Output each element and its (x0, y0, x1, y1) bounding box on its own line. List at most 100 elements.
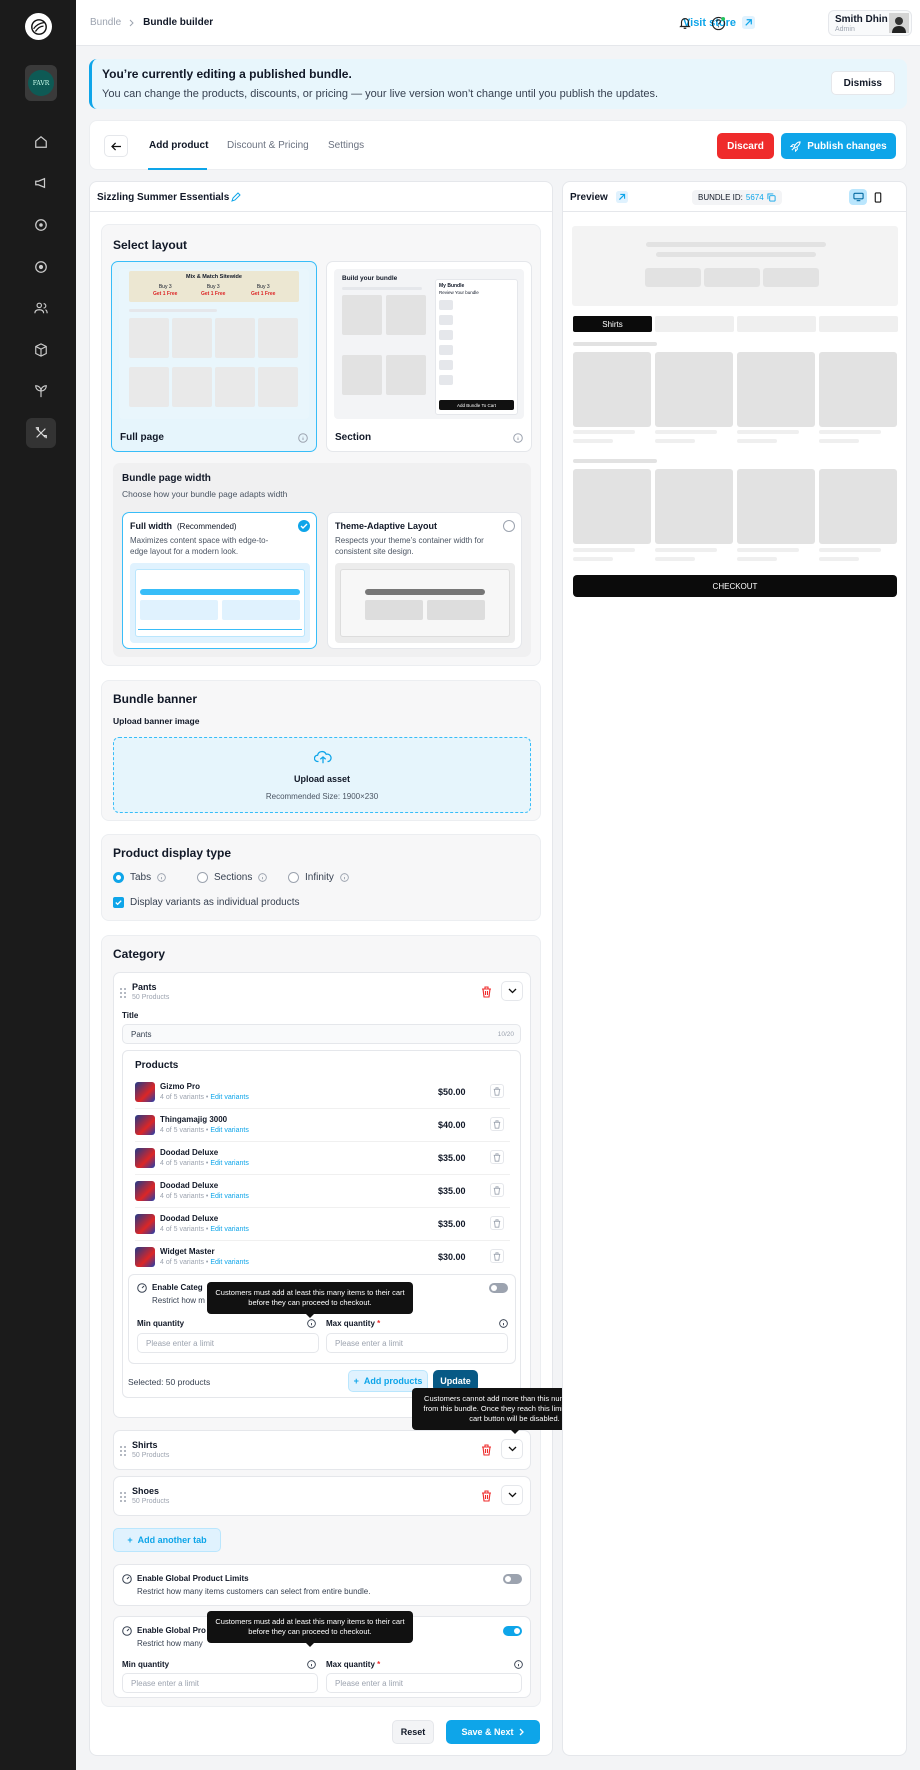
users-icon[interactable] (26, 293, 56, 323)
trash-icon[interactable] (478, 1488, 494, 1504)
radio-infinity[interactable]: Infinity (288, 872, 349, 883)
layout-option-full-page[interactable]: Mix & Match Sitewide Buy 3 Get 1 Free Buy… (111, 261, 317, 452)
display-type-card: Product display type Tabs Sections Infin… (101, 834, 541, 921)
placeholder-box (439, 345, 453, 355)
info-icon[interactable] (514, 1660, 523, 1669)
save-next-button[interactable]: Save & Next (446, 1720, 540, 1744)
thumb-offer: Buy 3 Get 1 Free (153, 284, 177, 297)
info-icon[interactable] (258, 873, 268, 882)
preview-checkout-button[interactable]: CHECKOUT (573, 575, 897, 597)
global-limits-toggle[interactable] (503, 1626, 522, 1636)
edit-variants-link[interactable]: Edit variants (210, 1127, 249, 1134)
info-icon[interactable] (499, 1319, 508, 1328)
thumb-side-sub: Review Your bundle (439, 290, 479, 295)
drag-handle-icon[interactable] (120, 1446, 126, 1456)
app-logo[interactable] (25, 13, 52, 40)
external-link-icon[interactable] (616, 191, 628, 203)
info-icon[interactable] (340, 873, 349, 882)
tab-add-product[interactable]: Add product (149, 140, 208, 151)
thumb-banner-title: Mix & Match Sitewide (186, 274, 242, 280)
desktop-icon[interactable] (849, 189, 867, 205)
store-switcher[interactable]: FAVR (25, 65, 57, 101)
info-icon[interactable] (307, 1660, 316, 1669)
trash-icon[interactable] (490, 1249, 504, 1263)
trash-icon[interactable] (490, 1216, 504, 1230)
mobile-icon[interactable] (869, 189, 887, 205)
copy-icon[interactable] (767, 193, 776, 202)
info-icon[interactable] (307, 1319, 316, 1328)
product-row: Doodad Deluxe 4 of 5 variants • Edit vari… (135, 1208, 510, 1241)
user-name: Smith Dhin (835, 14, 888, 25)
home-icon[interactable] (26, 127, 56, 157)
circle-dot-icon[interactable] (26, 252, 56, 282)
preview-tab[interactable] (819, 316, 898, 332)
preview-tab[interactable] (655, 316, 734, 332)
radio-tabs[interactable]: Tabs (113, 872, 166, 883)
user-menu[interactable]: Smith Dhin Admin (828, 10, 912, 36)
trash-icon[interactable] (490, 1084, 504, 1098)
dismiss-button[interactable]: Dismiss (830, 71, 895, 95)
info-icon[interactable] (513, 433, 523, 443)
placeholder-image (215, 318, 255, 358)
product-row: Thingamajig 3000 4 of 5 variants • Edit v… (135, 1109, 510, 1142)
pencil-icon[interactable] (231, 192, 241, 202)
trash-icon[interactable] (490, 1183, 504, 1197)
max-quantity-input[interactable]: Please enter a limit (326, 1333, 508, 1353)
min-quantity-tooltip: Customers must add at least this many it… (207, 1611, 413, 1648)
trash-icon[interactable] (490, 1150, 504, 1164)
edit-variants-link[interactable]: Edit variants (210, 1226, 249, 1233)
reset-button[interactable]: Reset (392, 1720, 434, 1744)
info-icon[interactable] (298, 433, 308, 443)
edit-variants-link[interactable]: Edit variants (210, 1193, 249, 1200)
edit-variants-link[interactable]: Edit variants (210, 1094, 249, 1101)
box-icon[interactable] (26, 335, 56, 365)
megaphone-icon[interactable] (26, 168, 56, 198)
min-quantity-input[interactable]: Please enter a limit (137, 1333, 319, 1353)
layout-option-section[interactable]: Build your bundle My Bundle Review Your … (326, 261, 532, 452)
variants-checkbox[interactable]: Display variants as individual products (113, 897, 300, 908)
width-option-adaptive[interactable]: Theme-Adaptive Layout Respects your them… (327, 512, 522, 649)
expand-button[interactable] (501, 1439, 523, 1459)
product-name: Widget Master (160, 1247, 215, 1256)
add-products-label: Add products (363, 1376, 423, 1386)
add-another-tab-button[interactable]: + Add another tab (113, 1528, 221, 1552)
expand-button[interactable] (501, 1485, 523, 1505)
edit-variants-link[interactable]: Edit variants (210, 1259, 249, 1266)
trash-icon[interactable] (478, 1442, 494, 1458)
limits-toggle[interactable] (489, 1283, 508, 1293)
preview-tab[interactable] (737, 316, 816, 332)
collapse-button[interactable] (501, 981, 523, 1001)
tab-discount-pricing[interactable]: Discount & Pricing (227, 140, 309, 151)
upload-dropzone[interactable]: Upload asset Recommended Size: 1900×230 (113, 737, 531, 813)
trash-icon[interactable] (478, 984, 494, 1000)
tools-icon[interactable] (26, 418, 56, 448)
width-option-full[interactable]: Full width (Recommended) Maximizes conten… (122, 512, 317, 649)
bell-icon[interactable] (674, 12, 696, 34)
tab-settings[interactable]: Settings (328, 140, 364, 151)
trash-icon[interactable] (490, 1117, 504, 1131)
placeholder-image (258, 367, 298, 407)
min-quantity-input[interactable]: Please enter a limit (122, 1673, 318, 1693)
max-quantity-input[interactable]: Please enter a limit (326, 1673, 522, 1693)
global-limits-toggle[interactable] (503, 1574, 522, 1584)
breadcrumb-parent[interactable]: Bundle (90, 17, 121, 28)
thumb-side-title: My Bundle (439, 283, 465, 289)
thumb-offer: Buy 3 Get 1 Free (251, 284, 275, 297)
offer-highlight: Get 1 Free (201, 290, 226, 297)
preview-tab-active[interactable]: Shirts (573, 316, 652, 332)
variant-count: 4 of 5 variants (160, 1094, 204, 1101)
drag-handle-icon[interactable] (120, 1492, 126, 1502)
drag-handle-icon[interactable] (120, 988, 126, 998)
title-input[interactable]: Pants 10/20 (122, 1024, 521, 1044)
target-icon[interactable] (26, 210, 56, 240)
plant-icon[interactable] (26, 376, 56, 406)
discard-button[interactable]: Discard (717, 133, 774, 159)
radio-sections[interactable]: Sections (197, 872, 268, 883)
input-placeholder: Please enter a limit (146, 1338, 215, 1348)
store-badge-text: FAVR (28, 70, 54, 96)
help-icon[interactable] (707, 12, 729, 34)
info-icon[interactable] (157, 873, 166, 882)
publish-changes-button[interactable]: Publish changes (781, 133, 896, 159)
edit-variants-link[interactable]: Edit variants (210, 1160, 249, 1167)
back-button[interactable] (104, 135, 128, 157)
